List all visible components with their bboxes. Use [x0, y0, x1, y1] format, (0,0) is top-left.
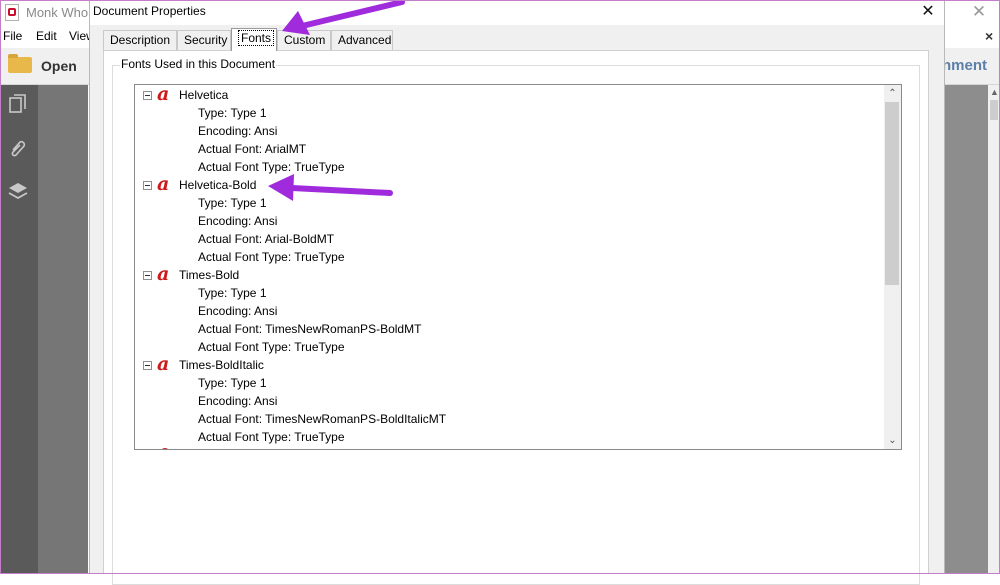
- tab-security-label: Security: [184, 33, 228, 47]
- open-button[interactable]: Open: [4, 53, 84, 79]
- font-encoding: Encoding: Ansi: [198, 394, 278, 408]
- document-canvas-right: [944, 85, 988, 574]
- font-encoding: Encoding: Ansi: [198, 304, 278, 318]
- tab-advanced[interactable]: Advanced: [331, 30, 393, 50]
- dialog-close-icon[interactable]: ✕: [914, 0, 942, 24]
- app-window-title: Monk Who: [26, 5, 89, 20]
- app-close-icon[interactable]: ✕: [968, 2, 990, 22]
- font-node-helvetica-bold[interactable]: a Helvetica-Bold: [135, 173, 875, 195]
- actual-font: Actual Font: TimesNewRomanPS-BoldItalicM…: [198, 412, 447, 426]
- font-type-icon-partial: [157, 448, 171, 449]
- actual-font-type: Actual Font Type: TrueType: [198, 250, 345, 264]
- font-type-icon: a: [157, 84, 170, 105]
- font-type: Type: Type 1: [198, 196, 267, 210]
- font-name: Helvetica-Bold: [179, 178, 257, 192]
- font-name: Helvetica: [179, 88, 229, 102]
- font-type-icon: a: [157, 263, 170, 285]
- font-node-times-bolditalic[interactable]: a Times-BoldItalic: [135, 353, 875, 375]
- font-name: Times-BoldItalic: [179, 358, 264, 372]
- actual-font-type: Actual Font Type: TrueType: [198, 160, 345, 174]
- attachment-paperclip-icon[interactable]: [7, 137, 29, 159]
- font-type: Type: Type 1: [198, 286, 267, 300]
- scroll-up-icon[interactable]: ▲: [990, 87, 999, 97]
- tab-description[interactable]: Description: [103, 30, 177, 50]
- collapse-toggle-icon[interactable]: [143, 91, 152, 100]
- fonts-tree-view[interactable]: a Helvetica Type: Type 1 Encoding: Ansi …: [134, 84, 902, 450]
- layers-icon[interactable]: [7, 180, 29, 202]
- font-node-helvetica[interactable]: a Helvetica: [135, 84, 875, 105]
- tree-scrollbar[interactable]: ⌃ ⌄: [884, 85, 901, 449]
- font-name: Times-Bold: [179, 268, 240, 282]
- fonts-group-label: Fonts Used in this Document: [120, 57, 277, 71]
- menu-file[interactable]: File: [3, 29, 22, 43]
- scroll-up-icon[interactable]: ⌃: [884, 85, 901, 102]
- scroll-down-icon[interactable]: ⌄: [884, 432, 901, 449]
- pdf-app-icon: [5, 4, 19, 21]
- scroll-thumb[interactable]: [885, 102, 899, 285]
- tab-fonts-label: Fonts: [238, 30, 275, 46]
- menu-edit[interactable]: Edit: [36, 29, 57, 43]
- tab-description-label: Description: [110, 33, 171, 47]
- dialog-title: Document Properties: [93, 4, 206, 18]
- font-encoding: Encoding: Ansi: [198, 124, 278, 138]
- collapse-toggle-icon[interactable]: [143, 271, 152, 280]
- actual-font: Actual Font: Arial-BoldMT: [198, 232, 335, 246]
- pages-icon[interactable]: [7, 93, 29, 115]
- navigation-pane: [0, 85, 38, 574]
- document-canvas-left: [38, 85, 88, 574]
- tab-custom-label: Custom: [284, 33, 326, 47]
- tab-fonts[interactable]: Fonts: [231, 28, 277, 51]
- document-close-icon[interactable]: ×: [985, 28, 993, 44]
- actual-font: Actual Font: ArialMT: [198, 142, 307, 156]
- collapse-toggle-icon[interactable]: [143, 361, 152, 370]
- folder-icon: [8, 54, 32, 73]
- scroll-thumb[interactable]: [990, 100, 998, 120]
- actual-font-type: Actual Font Type: TrueType: [198, 340, 345, 354]
- font-type-icon: a: [157, 353, 170, 375]
- collapse-toggle-icon[interactable]: [143, 181, 152, 190]
- dialog-titlebar: Document Properties ✕: [90, 0, 944, 25]
- font-type-icon: a: [157, 173, 170, 195]
- font-type: Type: Type 1: [198, 376, 267, 390]
- fonts-tab-panel: Fonts Used in this Document a Helvetica …: [103, 50, 929, 585]
- font-type: Type: Type 1: [198, 106, 267, 120]
- comment-tool-label[interactable]: nment: [942, 57, 987, 74]
- document-scrollbar[interactable]: ▲: [988, 85, 1000, 574]
- document-properties-dialog: Document Properties ✕ Description Securi…: [89, 0, 945, 585]
- open-button-label: Open: [41, 58, 77, 74]
- tab-security[interactable]: Security: [177, 30, 231, 50]
- actual-font-type: Actual Font Type: TrueType: [198, 430, 345, 444]
- tab-advanced-label: Advanced: [338, 33, 392, 47]
- tab-custom[interactable]: Custom: [277, 30, 331, 50]
- font-node-times-bold[interactable]: a Times-Bold: [135, 263, 875, 285]
- font-encoding: Encoding: Ansi: [198, 214, 278, 228]
- actual-font: Actual Font: TimesNewRomanPS-BoldMT: [198, 322, 422, 336]
